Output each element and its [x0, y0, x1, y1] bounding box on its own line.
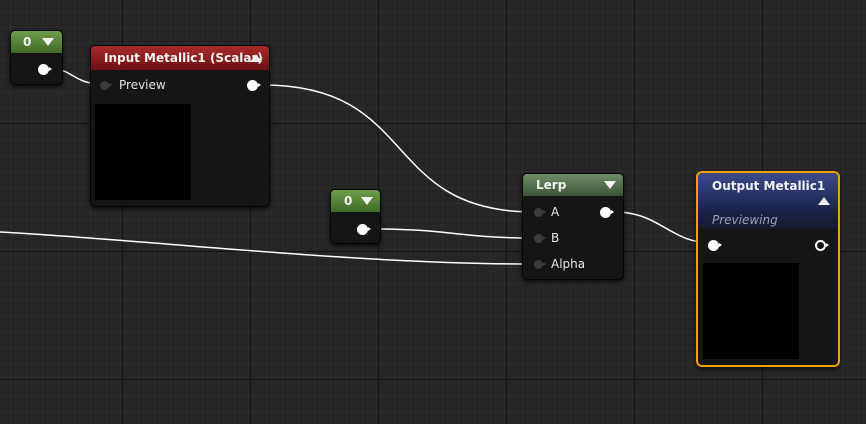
constant-node[interactable]: 0 — [330, 189, 381, 244]
preview-input-pin[interactable] — [100, 81, 113, 90]
input-node-header[interactable]: Input Metallic1 (Scalar) — [91, 46, 269, 70]
wire-constant-to-lerp-b — [372, 228, 535, 239]
output-pin[interactable] — [357, 224, 372, 235]
preview-toggle-pin-icon[interactable] — [815, 240, 830, 251]
collapse-icon[interactable] — [361, 197, 373, 205]
preview-thumbnail — [95, 104, 191, 200]
preview-thumbnail — [703, 263, 799, 359]
constant-node-header[interactable]: 0 — [331, 190, 380, 212]
collapse-icon[interactable] — [604, 181, 616, 189]
lerp-node-title: Lerp — [536, 178, 567, 192]
collapse-preview-icon[interactable] — [250, 54, 262, 62]
input-node-title: Input Metallic1 (Scalar) — [104, 51, 263, 65]
constant-value: 0 — [344, 194, 353, 208]
output-node-subtitle: Previewing — [712, 213, 778, 227]
output-node-header[interactable]: Output Metallic1 Previewing — [698, 173, 838, 229]
collapse-icon[interactable] — [42, 38, 54, 46]
constant-node[interactable]: 0 — [10, 30, 63, 85]
lerp-input-a-label: A — [551, 205, 560, 219]
lerp-input-b-label: B — [551, 231, 560, 245]
wire-input-to-lerp-a — [262, 84, 535, 213]
input-metallic-node[interactable]: Input Metallic1 (Scalar) Preview — [90, 45, 270, 207]
output-node-title: Output Metallic1 — [712, 179, 826, 193]
material-graph-canvas[interactable]: 0 Input Metallic1 (Scalar) Preview 0 Ler… — [0, 0, 866, 424]
output-metallic-node[interactable]: Output Metallic1 Previewing — [696, 171, 840, 367]
constant-value: 0 — [23, 35, 32, 49]
wire-offscreen-to-lerp-alpha — [0, 231, 535, 265]
output-pin[interactable] — [247, 80, 262, 91]
lerp-node-header[interactable]: Lerp — [523, 174, 623, 196]
preview-pin-label: Preview — [119, 78, 166, 92]
output-pin[interactable] — [38, 64, 53, 75]
output-input-pin[interactable] — [708, 240, 723, 251]
lerp-input-alpha-label: Alpha — [551, 257, 586, 271]
lerp-input-alpha-pin[interactable] — [534, 260, 547, 269]
lerp-input-b-pin[interactable] — [534, 234, 547, 243]
constant-node-header[interactable]: 0 — [11, 31, 62, 53]
lerp-node[interactable]: Lerp A B Alpha — [522, 173, 624, 280]
collapse-preview-icon[interactable] — [818, 197, 830, 205]
lerp-output-pin[interactable] — [600, 207, 615, 218]
lerp-input-a-pin[interactable] — [534, 208, 547, 217]
